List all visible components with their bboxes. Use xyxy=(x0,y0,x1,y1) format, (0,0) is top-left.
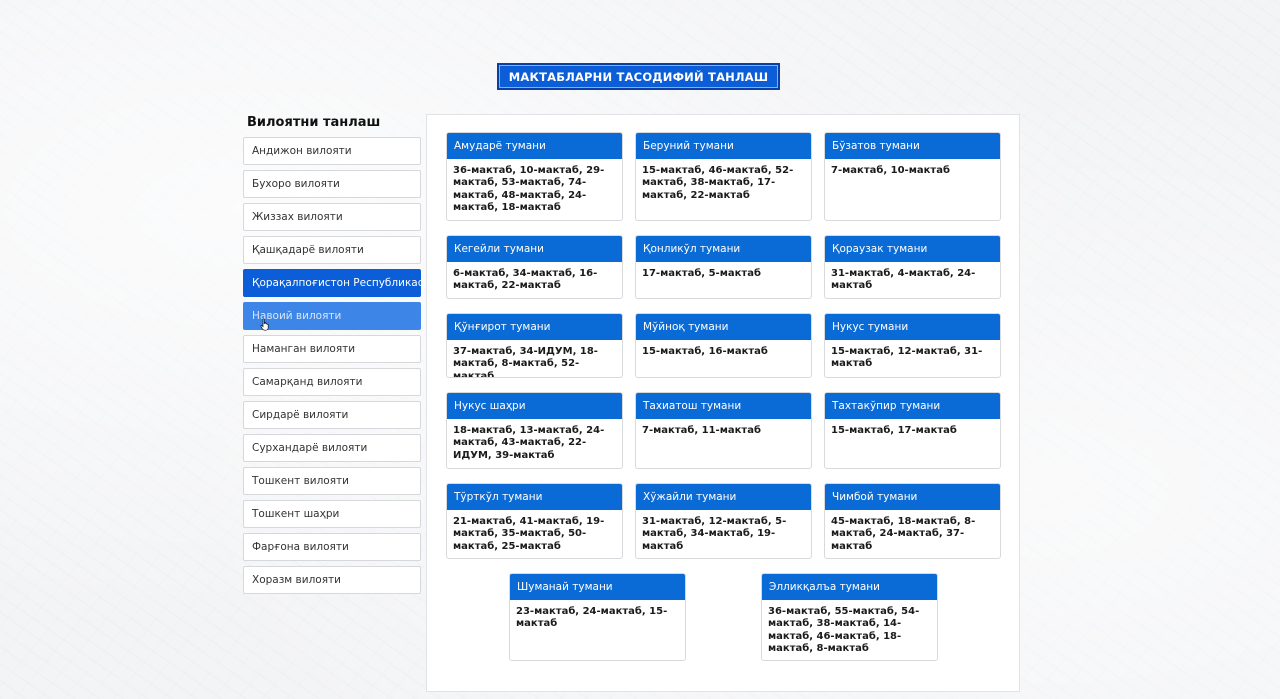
district-name: Қонликўл тумани xyxy=(636,236,811,262)
district-card: Беруний тумани 15-мактаб, 46-мактаб, 52-… xyxy=(635,132,812,221)
district-card: Тахтакўпир тумани 15-мактаб, 17-мактаб xyxy=(824,392,1001,469)
district-schools: 23-мактаб, 24-мактаб, 15-мактаб xyxy=(516,606,668,630)
district-schools: 36-мактаб, 55-мактаб, 54-мактаб, 38-макт… xyxy=(768,606,920,654)
district-card: Хўжайли тумани 31-мактаб, 12-мактаб, 5-м… xyxy=(635,483,812,559)
district-schools: 45-мактаб, 18-мактаб, 8-мактаб, 24-макта… xyxy=(831,516,976,552)
district-schools: 18-мактаб, 13-мактаб, 24-мактаб, 43-макт… xyxy=(453,425,605,461)
district-card: Мўйноқ тумани 15-мактаб, 16-мактаб xyxy=(635,313,812,378)
district-schools: 15-мактаб, 17-мактаб xyxy=(831,425,957,436)
district-name: Хўжайли тумани xyxy=(636,484,811,510)
district-card: Қўнғирот тумани 37-мактаб, 34-ИДУМ, 18-м… xyxy=(446,313,623,378)
region-item-karakalpakstan[interactable]: Қорақалпоғистон Республикаси xyxy=(243,269,430,297)
district-card: Бўзатов тумани 7-мактаб, 10-мактаб xyxy=(824,132,1001,221)
district-card: Амударё тумани 36-мактаб, 10-мактаб, 29-… xyxy=(446,132,623,221)
district-name: Бўзатов тумани xyxy=(825,133,1000,159)
hand-cursor-icon xyxy=(260,318,269,331)
region-item-navoi[interactable]: Навоий вилояти xyxy=(243,302,421,331)
district-schools: 31-мактаб, 12-мактаб, 5-мактаб, 34-макта… xyxy=(642,516,787,552)
district-card: Тўрткўл тумани 21-мактаб, 41-мактаб, 19-… xyxy=(446,483,623,559)
region-item-surkhandarya[interactable]: Сурхандарё вилояти xyxy=(243,434,421,462)
region-item-fergana[interactable]: Фарғона вилояти xyxy=(243,533,421,561)
district-schools: 7-мактаб, 11-мактаб xyxy=(642,425,761,436)
region-select-title: Вилоятни танлаш xyxy=(247,115,381,130)
district-card: Элликқалъа тумани 36-мактаб, 55-мактаб, … xyxy=(761,573,938,661)
district-name: Мўйноқ тумани xyxy=(636,314,811,340)
district-schools: 7-мактаб, 10-мактаб xyxy=(831,165,950,176)
region-item-samarkand[interactable]: Самарқанд вилояти xyxy=(243,368,421,396)
district-name: Амударё тумани xyxy=(447,133,622,159)
district-name: Нукус шаҳри xyxy=(447,393,622,419)
district-name: Шуманай тумани xyxy=(510,574,685,600)
district-card: Кегейли тумани 6-мактаб, 34-мактаб, 16-м… xyxy=(446,235,623,299)
district-schools: 31-мактаб, 4-мактаб, 24-мактаб xyxy=(831,268,976,292)
district-name: Беруний тумани xyxy=(636,133,811,159)
district-card: Нукус шаҳри 18-мактаб, 13-мактаб, 24-мак… xyxy=(446,392,623,469)
district-schools: 15-мактаб, 16-мактаб xyxy=(642,346,768,357)
district-schools: 21-мактаб, 41-мактаб, 19-мактаб, 35-макт… xyxy=(453,516,605,552)
district-card: Тахиатош тумани 7-мактаб, 11-мактаб xyxy=(635,392,812,469)
district-name: Чимбой тумани xyxy=(825,484,1000,510)
district-name: Нукус тумани xyxy=(825,314,1000,340)
region-item-tashkent-region[interactable]: Тошкент вилояти xyxy=(243,467,421,495)
district-name: Қўнғирот тумани xyxy=(447,314,622,340)
random-school-selection-button[interactable]: МАКТАБЛАРНИ ТАСОДИФИЙ ТАНЛАШ xyxy=(497,63,780,90)
region-item-andijan[interactable]: Андижон вилояти xyxy=(243,137,421,165)
district-card: Қонликўл тумани 17-мактаб, 5-мактаб xyxy=(635,235,812,299)
district-schools: 37-мактаб, 34-ИДУМ, 18-мактаб, 8-мактаб,… xyxy=(453,346,598,378)
district-card: Нукус тумани 15-мактаб, 12-мактаб, 31-ма… xyxy=(824,313,1001,378)
district-schools: 6-мактаб, 34-мактаб, 16-мактаб, 22-макта… xyxy=(453,268,598,292)
district-name: Кегейли тумани xyxy=(447,236,622,262)
district-name: Элликқалъа тумани xyxy=(762,574,937,600)
region-list: Андижон вилояти Бухоро вилояти Жиззах ви… xyxy=(243,137,430,599)
region-item-khorezm[interactable]: Хоразм вилояти xyxy=(243,566,421,594)
district-schools: 17-мактаб, 5-мактаб xyxy=(642,268,761,279)
district-name: Тўрткўл тумани xyxy=(447,484,622,510)
district-name: Қораузак тумани xyxy=(825,236,1000,262)
district-name: Тахиатош тумани xyxy=(636,393,811,419)
district-card: Чимбой тумани 45-мактаб, 18-мактаб, 8-ма… xyxy=(824,483,1001,559)
district-schools: 15-мактаб, 46-мактаб, 52-мактаб, 38-макт… xyxy=(642,165,794,201)
district-card: Қораузак тумани 31-мактаб, 4-мактаб, 24-… xyxy=(824,235,1001,299)
district-schools: 36-мактаб, 10-мактаб, 29-мактаб, 53-макт… xyxy=(453,165,605,213)
district-name: Тахтакўпир тумани xyxy=(825,393,1000,419)
region-item-namangan[interactable]: Наманган вилояти xyxy=(243,335,421,363)
district-card: Шуманай тумани 23-мактаб, 24-мактаб, 15-… xyxy=(509,573,686,661)
district-schools: 15-мактаб, 12-мактаб, 31-мактаб xyxy=(831,346,983,370)
region-item-jizzakh[interactable]: Жиззах вилояти xyxy=(243,203,421,231)
region-item-syrdarya[interactable]: Сирдарё вилояти xyxy=(243,401,421,429)
region-item-tashkent-city[interactable]: Тошкент шаҳри xyxy=(243,500,421,528)
districts-panel: Амударё тумани 36-мактаб, 10-мактаб, 29-… xyxy=(426,114,1020,692)
region-item-kashkadarya[interactable]: Қашқадарё вилояти xyxy=(243,236,421,264)
region-item-bukhara[interactable]: Бухоро вилояти xyxy=(243,170,421,198)
